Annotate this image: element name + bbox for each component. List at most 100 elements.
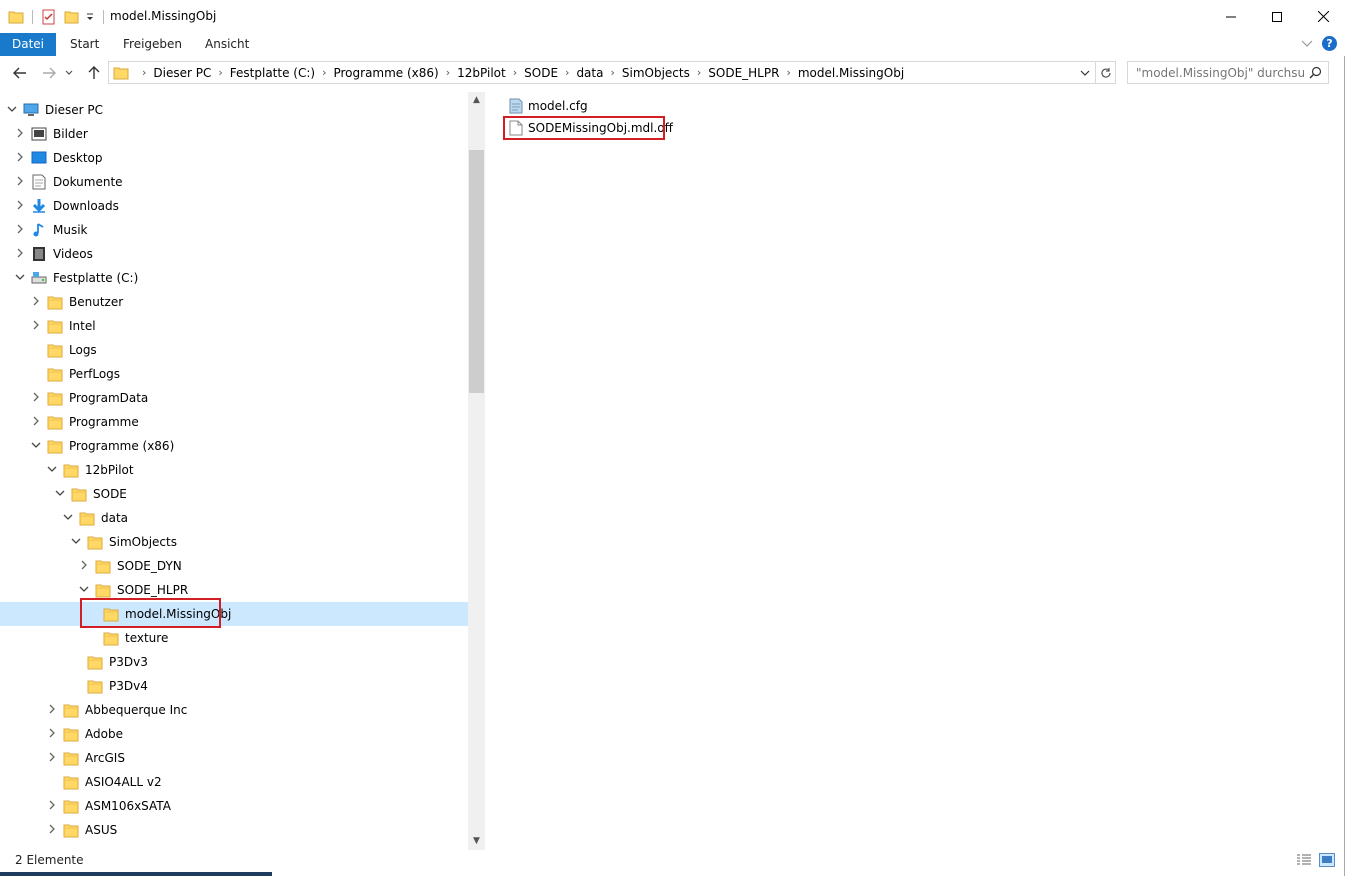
tree-item[interactable]: Bilder <box>0 122 468 146</box>
tree-item[interactable]: PerfLogs <box>0 362 468 386</box>
recent-locations-button[interactable] <box>62 63 76 83</box>
tab-start[interactable]: Start <box>70 33 99 56</box>
breadcrumb-item[interactable]: Festplatte (C:) <box>230 66 315 80</box>
tab-datei[interactable]: Datei <box>0 33 56 56</box>
tree-item[interactable]: Dokumente <box>0 170 468 194</box>
scroll-down-icon[interactable]: ▼ <box>468 833 485 850</box>
tree-item[interactable]: ASUS <box>0 818 468 842</box>
tree-item[interactable]: Programme <box>0 410 468 434</box>
tree-item[interactable]: SimObjects <box>0 530 468 554</box>
chevron-right-icon[interactable]: › <box>218 66 222 79</box>
chevron-down-icon[interactable] <box>30 440 42 453</box>
chevron-right-icon[interactable] <box>46 800 58 813</box>
tree-item[interactable]: P3Dv4 <box>0 674 468 698</box>
search-icon[interactable] <box>1309 66 1322 79</box>
breadcrumb-item[interactable]: 12bPilot <box>457 66 506 80</box>
tree-item[interactable]: model.MissingObj <box>0 602 468 626</box>
chevron-right-icon[interactable] <box>46 752 58 765</box>
breadcrumb-item[interactable]: Programme (x86) <box>333 66 438 80</box>
tree-item[interactable]: Downloads <box>0 194 468 218</box>
tree-item[interactable]: Dieser PC <box>0 98 468 122</box>
scroll-up-icon[interactable]: ▲ <box>468 92 485 109</box>
breadcrumb-item[interactable]: model.MissingObj <box>798 66 904 80</box>
chevron-right-icon[interactable] <box>14 224 26 237</box>
chevron-right-icon[interactable] <box>14 176 26 189</box>
breadcrumb-item[interactable]: data <box>576 66 603 80</box>
back-button[interactable] <box>9 63 31 83</box>
list-item[interactable]: model.cfg <box>509 96 588 116</box>
tree-item[interactable]: Benutzer <box>0 290 468 314</box>
chevron-right-icon[interactable] <box>14 200 26 213</box>
chevron-right-icon[interactable] <box>30 392 42 405</box>
chevron-down-icon[interactable] <box>70 536 82 549</box>
chevron-down-icon[interactable] <box>78 584 90 597</box>
expand-ribbon-icon[interactable] <box>1301 38 1313 48</box>
chevron-down-icon[interactable] <box>14 272 26 285</box>
tree-item[interactable]: Desktop <box>0 146 468 170</box>
tree-item[interactable]: data <box>0 506 468 530</box>
tree-item[interactable]: Festplatte (C:) <box>0 266 468 290</box>
tree-item[interactable]: Videos <box>0 242 468 266</box>
chevron-right-icon[interactable] <box>46 824 58 837</box>
chevron-right-icon[interactable] <box>30 320 42 333</box>
chevron-right-icon[interactable]: › <box>322 66 326 79</box>
close-button[interactable] <box>1300 0 1345 33</box>
breadcrumb-item[interactable]: Dieser PC <box>153 66 211 80</box>
scrollbar-thumb[interactable] <box>469 150 484 393</box>
chevron-down-icon[interactable] <box>54 488 66 501</box>
chevron-down-icon[interactable] <box>62 512 74 525</box>
breadcrumb-item[interactable]: SimObjects <box>622 66 690 80</box>
chevron-right-icon[interactable] <box>78 560 90 573</box>
chevron-right-icon[interactable] <box>30 416 42 429</box>
tree-item[interactable]: SODE_HLPR <box>0 578 468 602</box>
tree-item[interactable]: Musik <box>0 218 468 242</box>
tree-item[interactable]: ASIO4ALL v2 <box>0 770 468 794</box>
tree-item[interactable]: ArcGIS <box>0 746 468 770</box>
chevron-right-icon[interactable]: › <box>565 66 569 79</box>
tree-item[interactable]: Logs <box>0 338 468 362</box>
tree-item[interactable]: Adobe <box>0 722 468 746</box>
chevron-right-icon[interactable]: › <box>513 66 517 79</box>
help-button[interactable]: ? <box>1322 36 1337 51</box>
chevron-right-icon[interactable] <box>14 248 26 261</box>
up-button[interactable] <box>83 63 105 83</box>
tree-item[interactable]: Abbequerque Inc <box>0 698 468 722</box>
chevron-down-icon[interactable] <box>46 464 58 477</box>
chevron-right-icon[interactable]: › <box>786 66 790 79</box>
tree-item[interactable]: texture <box>0 626 468 650</box>
forward-button[interactable] <box>38 63 60 83</box>
search-input[interactable] <box>1128 62 1304 83</box>
refresh-button[interactable] <box>1096 61 1116 84</box>
search-box[interactable] <box>1127 61 1329 84</box>
maximize-button[interactable] <box>1254 0 1300 33</box>
chevron-down-icon[interactable] <box>1079 65 1091 81</box>
tree-item[interactable]: ProgramData <box>0 386 468 410</box>
chevron-right-icon[interactable] <box>46 704 58 717</box>
chevron-right-icon[interactable] <box>14 128 26 141</box>
tab-freigeben[interactable]: Freigeben <box>123 33 182 56</box>
properties-icon[interactable] <box>41 9 57 25</box>
tree-item[interactable]: Intel <box>0 314 468 338</box>
tree-item[interactable]: SODE_DYN <box>0 554 468 578</box>
breadcrumb-item[interactable]: SODE <box>524 66 558 80</box>
tree-item[interactable]: SODE <box>0 482 468 506</box>
minimize-button[interactable] <box>1208 0 1254 33</box>
chevron-right-icon[interactable] <box>46 728 58 741</box>
details-view-icon[interactable] <box>1296 853 1312 867</box>
chevron-right-icon[interactable] <box>30 296 42 309</box>
chevron-right-icon[interactable] <box>14 152 26 165</box>
breadcrumb-item[interactable]: SODE_HLPR <box>708 66 779 80</box>
chevron-right-icon[interactable]: › <box>446 66 450 79</box>
large-icons-view-icon[interactable] <box>1319 853 1335 867</box>
chevron-right-icon[interactable]: › <box>610 66 614 79</box>
new-folder-icon[interactable] <box>63 9 79 25</box>
tab-ansicht[interactable]: Ansicht <box>205 33 249 56</box>
tree-item[interactable]: Programme (x86) <box>0 434 468 458</box>
tree-item[interactable]: 12bPilot <box>0 458 468 482</box>
vertical-scrollbar[interactable]: ▲ ▼ <box>468 92 485 850</box>
address-bar[interactable]: › Dieser PC › Festplatte (C:) › Programm… <box>108 61 1096 84</box>
tree-item[interactable]: ASM106xSATA <box>0 794 468 818</box>
chevron-down-icon[interactable] <box>6 104 18 117</box>
customize-dropdown-icon[interactable] <box>85 9 95 25</box>
tree-item[interactable]: P3Dv3 <box>0 650 468 674</box>
